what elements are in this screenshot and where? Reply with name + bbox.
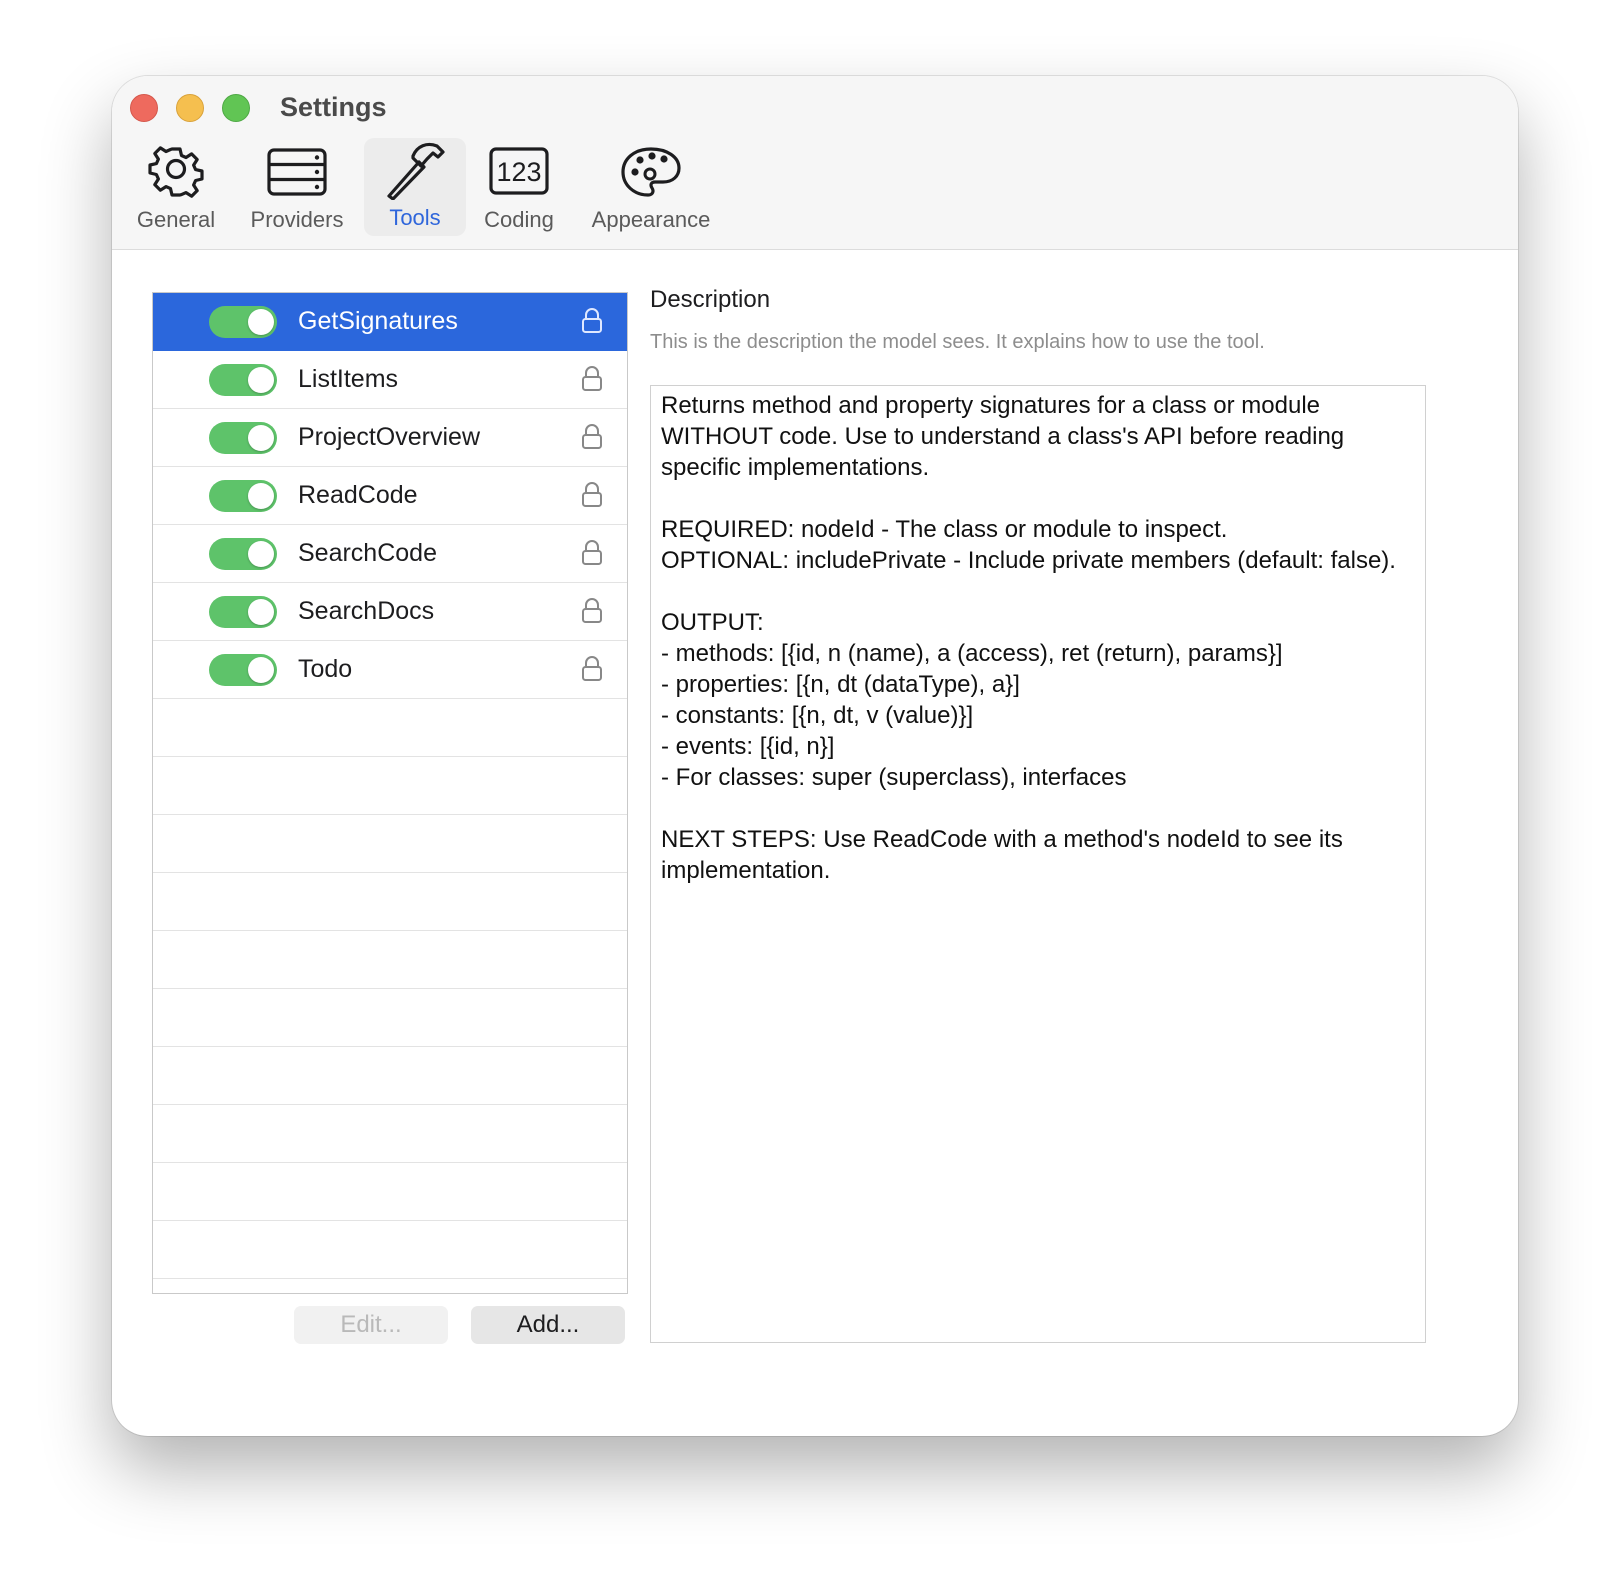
- lock-icon: [582, 598, 602, 623]
- lock-icon: [582, 424, 602, 449]
- list-item-label: SearchCode: [298, 539, 437, 567]
- list-item-label: SearchDocs: [298, 597, 435, 625]
- tab-providers-label: Providers: [250, 207, 344, 232]
- lock-icon: [582, 656, 602, 681]
- edit-button[interactable]: Edit...: [294, 1306, 448, 1344]
- list-item-label: ProjectOverview: [298, 423, 480, 451]
- tab-general-label: General: [136, 207, 216, 232]
- list-item-todo[interactable]: Todo: [153, 641, 627, 699]
- palette-icon: [619, 140, 683, 204]
- tab-tools-label: Tools: [389, 205, 441, 230]
- tab-appearance[interactable]: Appearance: [582, 140, 720, 236]
- enable-toggle[interactable]: [209, 422, 277, 454]
- tools-list: GetSignatures ListItems ProjectOverview …: [152, 292, 628, 1294]
- window-title: Settings: [280, 92, 387, 122]
- tab-appearance-label: Appearance: [591, 207, 711, 232]
- list-item-label: Todo: [298, 655, 353, 683]
- list-item-searchdocs[interactable]: SearchDocs: [153, 583, 627, 641]
- enable-toggle[interactable]: [209, 480, 277, 512]
- empty-row: [153, 989, 627, 1047]
- lock-icon: [582, 308, 602, 333]
- empty-row: [153, 1221, 627, 1279]
- numbers-123-icon: 123: [487, 140, 551, 204]
- list-item-getsignatures[interactable]: GetSignatures: [153, 293, 627, 351]
- close-window-button[interactable]: [130, 94, 158, 122]
- list-item-searchcode[interactable]: SearchCode: [153, 525, 627, 583]
- list-item-label: ReadCode: [298, 481, 418, 509]
- server-icon: [265, 140, 329, 204]
- list-item-projectoverview[interactable]: ProjectOverview: [153, 409, 627, 467]
- lock-icon: [582, 482, 602, 507]
- tab-general[interactable]: General: [128, 140, 224, 236]
- empty-row: [153, 1047, 627, 1105]
- description-textarea[interactable]: Returns method and property signatures f…: [650, 385, 1426, 1343]
- settings-window: Settings General Providers Tools 123 Cod…: [112, 76, 1518, 1436]
- enable-toggle[interactable]: [209, 306, 277, 338]
- hammer-icon: [383, 138, 447, 202]
- empty-row: [153, 873, 627, 931]
- enable-toggle[interactable]: [209, 654, 277, 686]
- empty-row: [153, 815, 627, 873]
- description-text[interactable]: Returns method and property signatures f…: [661, 390, 1415, 886]
- empty-row: [153, 1163, 627, 1221]
- add-button[interactable]: Add...: [471, 1306, 625, 1344]
- empty-row: [153, 1105, 627, 1163]
- list-item-listitems[interactable]: ListItems: [153, 351, 627, 409]
- tab-coding[interactable]: 123 Coding: [476, 140, 562, 236]
- zoom-window-button[interactable]: [222, 94, 250, 122]
- list-item-label: GetSignatures: [298, 307, 458, 335]
- list-item-readcode[interactable]: ReadCode: [153, 467, 627, 525]
- description-title: Description: [650, 286, 771, 313]
- lock-icon: [582, 540, 602, 565]
- enable-toggle[interactable]: [209, 538, 277, 570]
- minimize-window-button[interactable]: [176, 94, 204, 122]
- tab-coding-label: Coding: [484, 207, 554, 232]
- tab-providers[interactable]: Providers: [240, 140, 354, 236]
- svg-text:123: 123: [496, 157, 541, 187]
- list-item-label: ListItems: [298, 365, 399, 393]
- tab-tools[interactable]: Tools: [364, 138, 466, 236]
- gear-icon: [144, 140, 208, 204]
- empty-row: [153, 699, 627, 757]
- empty-row: [153, 757, 627, 815]
- enable-toggle[interactable]: [209, 364, 277, 396]
- description-hint: This is the description the model sees. …: [650, 331, 1265, 353]
- enable-toggle[interactable]: [209, 596, 277, 628]
- titlebar: Settings General Providers Tools 123 Cod…: [112, 76, 1518, 250]
- empty-row: [153, 931, 627, 989]
- lock-icon: [582, 366, 602, 391]
